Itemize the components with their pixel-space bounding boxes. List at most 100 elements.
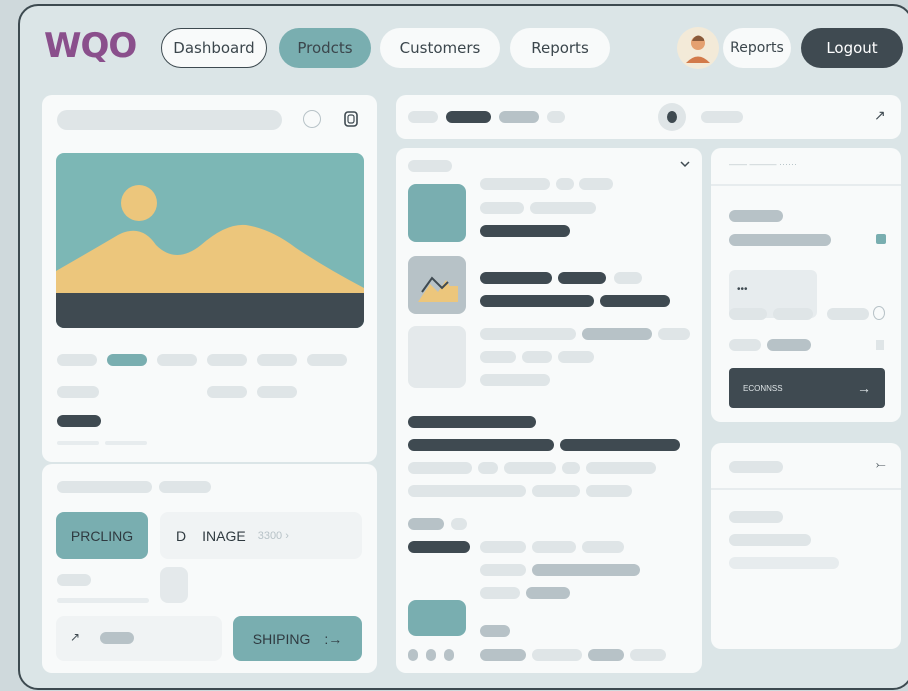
nav-products[interactable]: Prodcts bbox=[279, 28, 371, 68]
thumb-dot[interactable] bbox=[207, 354, 247, 366]
list-item bbox=[504, 462, 556, 474]
mountain-image-icon bbox=[418, 276, 458, 302]
user-avatar[interactable] bbox=[677, 27, 719, 69]
nav-customers[interactable]: Customers bbox=[380, 28, 500, 68]
list-item bbox=[532, 485, 580, 497]
filter-chip[interactable] bbox=[547, 111, 565, 123]
search-bar[interactable] bbox=[57, 110, 282, 130]
thumb-dot[interactable] bbox=[257, 354, 297, 366]
pagination-dot[interactable] bbox=[408, 649, 418, 661]
action-button[interactable]: ECONNSS → bbox=[729, 368, 885, 408]
placeholder-text bbox=[100, 632, 134, 644]
product-thumb[interactable] bbox=[408, 600, 466, 636]
product-thumb-image[interactable] bbox=[408, 256, 466, 314]
image-slot[interactable] bbox=[160, 567, 188, 603]
shipping-button[interactable]: SHIPING :→ bbox=[233, 616, 362, 661]
notes-line bbox=[729, 511, 783, 523]
section-title bbox=[57, 481, 152, 493]
landscape-image-icon bbox=[56, 153, 364, 328]
thumb-dot[interactable] bbox=[57, 354, 97, 366]
toggle-knob-icon bbox=[667, 111, 677, 123]
app-window: WQO Dashboard Prodcts Customers Reports … bbox=[18, 4, 908, 690]
product-image-panel bbox=[42, 95, 377, 462]
radio-icon[interactable] bbox=[303, 110, 321, 128]
list-item bbox=[586, 462, 656, 474]
pricing-tab[interactable]: PRCLING bbox=[56, 512, 148, 559]
list-item bbox=[408, 462, 472, 474]
pagination-dot[interactable] bbox=[426, 649, 436, 661]
summary-line bbox=[729, 210, 783, 222]
divider bbox=[57, 598, 149, 603]
expand-icon[interactable]: ↗ bbox=[874, 107, 886, 124]
thumb-dot[interactable] bbox=[157, 354, 197, 366]
list-item bbox=[532, 564, 640, 576]
image-tab-value: 3300 › bbox=[257, 529, 289, 542]
shipping-arrow-icon: :→ bbox=[324, 630, 343, 647]
nav-reports[interactable]: Reports bbox=[510, 28, 610, 68]
filter-chip[interactable] bbox=[701, 111, 743, 123]
image-tab[interactable]: D INAGE 3300 › bbox=[160, 512, 362, 559]
thumb-dot[interactable] bbox=[307, 354, 347, 366]
summary-line bbox=[729, 308, 767, 320]
list-item bbox=[522, 351, 552, 363]
copy-icon[interactable] bbox=[344, 110, 358, 128]
list-item bbox=[408, 485, 526, 497]
summary-line bbox=[767, 339, 811, 351]
arrow-right-icon: → bbox=[857, 380, 871, 396]
summary-line bbox=[827, 308, 869, 320]
arrow-icon: ↗ bbox=[70, 630, 81, 644]
list-item-title bbox=[480, 272, 552, 284]
list-item bbox=[630, 649, 666, 661]
product-thumb-empty[interactable] bbox=[408, 326, 466, 388]
filter-chip[interactable] bbox=[499, 111, 539, 123]
product-data-panel: PRCLING D INAGE 3300 › ↗ SHIPING :→ bbox=[42, 464, 377, 673]
notes-line bbox=[729, 557, 839, 569]
summary-line bbox=[729, 339, 761, 351]
list-item bbox=[562, 462, 580, 474]
shipping-row[interactable]: ↗ bbox=[56, 616, 222, 661]
toggle-button[interactable] bbox=[658, 103, 686, 131]
chevron-down-icon[interactable] bbox=[680, 161, 690, 169]
image-tab-label: INAGE bbox=[202, 527, 246, 544]
notes-title bbox=[729, 461, 783, 473]
placeholder-text bbox=[57, 386, 99, 398]
section-heading bbox=[560, 439, 680, 451]
thumb-dot-active[interactable] bbox=[107, 354, 147, 366]
notes-panel: ⤚ bbox=[711, 443, 901, 649]
image-tab-letter: D bbox=[176, 527, 187, 544]
list-item bbox=[532, 649, 582, 661]
pagination-dot[interactable] bbox=[444, 649, 454, 661]
user-reports-link[interactable]: Reports bbox=[723, 28, 791, 68]
list-item-title bbox=[600, 295, 670, 307]
placeholder-text bbox=[207, 386, 247, 398]
logout-button[interactable]: Logout bbox=[801, 28, 903, 68]
list-item bbox=[526, 587, 570, 599]
summary-panel: —— ——— ⋯⋯ ••• ECONNSS → bbox=[711, 148, 901, 422]
status-square-icon bbox=[876, 340, 884, 350]
nav-dashboard[interactable]: Dashboard bbox=[161, 28, 267, 68]
summary-header: —— ——— ⋯⋯ bbox=[729, 159, 798, 169]
list-item bbox=[614, 272, 642, 284]
product-thumb[interactable] bbox=[408, 184, 466, 242]
status-square-icon bbox=[876, 234, 886, 244]
list-item bbox=[480, 374, 550, 386]
placeholder-text bbox=[57, 574, 91, 586]
avatar-icon bbox=[686, 35, 710, 63]
list-item bbox=[480, 564, 526, 576]
list-item bbox=[480, 202, 524, 214]
divider bbox=[711, 184, 901, 186]
radio-icon[interactable] bbox=[873, 306, 885, 320]
list-header bbox=[408, 160, 452, 172]
collapse-icon[interactable]: ⤚ bbox=[876, 457, 886, 472]
list-item bbox=[480, 178, 550, 190]
filter-chip[interactable] bbox=[408, 111, 438, 123]
filter-toolbar: ↗ bbox=[396, 95, 901, 139]
summary-line bbox=[729, 234, 831, 246]
list-item-title bbox=[480, 295, 594, 307]
list-item bbox=[480, 328, 576, 340]
filter-chip-active[interactable] bbox=[446, 111, 491, 123]
list-item bbox=[586, 485, 632, 497]
list-item bbox=[579, 178, 613, 190]
list-item-title bbox=[558, 272, 606, 284]
section-heading bbox=[408, 416, 536, 428]
